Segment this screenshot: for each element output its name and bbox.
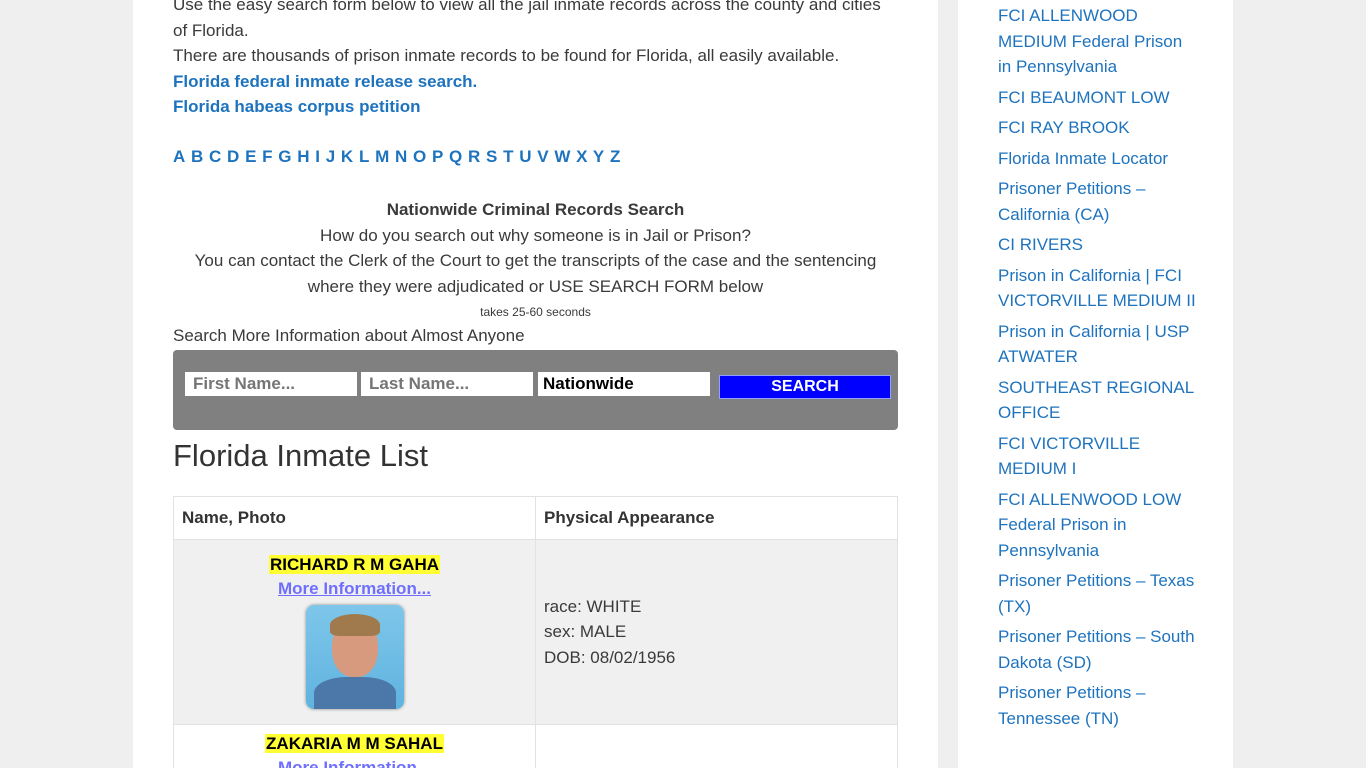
intro-text-2: There are thousands of prison inmate rec… (173, 46, 840, 65)
alphabet-link-e[interactable]: E (245, 147, 256, 166)
alphabet-link-p[interactable]: P (432, 147, 443, 166)
sidebar-item: Prisoner Petitions – Texas (TX) (998, 568, 1198, 619)
intro-section: Use the easy search form below to view a… (173, 0, 898, 120)
sidebar-item: CI RIVERS (998, 232, 1198, 258)
name-photo-cell: RICHARD R M GAHA More Information... (173, 539, 536, 725)
location-input[interactable]: Nationwide (538, 372, 710, 396)
sidebar-link[interactable]: Prisoner Petitions – California (CA) (998, 179, 1145, 224)
alphabet-link-s[interactable]: S (486, 147, 497, 166)
sidebar-link[interactable]: FCI ALLENWOOD MEDIUM Federal Prison in P… (998, 6, 1182, 76)
sidebar-link[interactable]: Prisoner Petitions – South Dakota (SD) (998, 627, 1195, 672)
sidebar-link[interactable]: FCI VICTORVILLE MEDIUM I (998, 434, 1140, 479)
sidebar-item: Prisoner Petitions – California (CA) (998, 176, 1198, 227)
appearance-cell (535, 724, 898, 768)
nationwide-answer: You can contact the Clerk of the Court t… (194, 251, 877, 296)
search-timing: takes 25-60 seconds (480, 305, 591, 319)
alphabet-link-d[interactable]: D (227, 147, 239, 166)
search-form: First Name... Last Name... Nationwide SE… (173, 350, 898, 430)
intro-text: Use the easy search form below to view a… (173, 0, 881, 40)
habeas-corpus-link[interactable]: Florida habeas corpus petition (173, 94, 898, 120)
inmate-table: Name, Photo Physical Appearance RICHARD … (173, 496, 898, 768)
search-heading: Search More Information about Almost Any… (173, 326, 525, 345)
column-header-appearance: Physical Appearance (535, 496, 898, 540)
sidebar-link[interactable]: SOUTHEAST REGIONAL OFFICE (998, 378, 1194, 423)
dob-text: DOB: 08/02/1956 (544, 647, 676, 667)
alphabet-link-g[interactable]: G (278, 147, 291, 166)
nationwide-question: How do you search out why someone is in … (320, 225, 751, 245)
sidebar-item: FCI VICTORVILLE MEDIUM I (998, 431, 1198, 482)
sidebar-link[interactable]: FCI ALLENWOOD LOW Federal Prison in Penn… (998, 490, 1181, 560)
sidebar-item: FCI ALLENWOOD LOW Federal Prison in Penn… (998, 487, 1198, 564)
column-header-name: Name, Photo (173, 496, 536, 540)
sidebar-link[interactable]: Prisoner Petitions – Tennessee (TN) (998, 683, 1145, 728)
alphabet-link-n[interactable]: N (395, 147, 407, 166)
sidebar: FCI ALLENWOOD MEDIUM Federal Prison in P… (958, 0, 1233, 768)
alphabet-link-q[interactable]: Q (449, 147, 462, 166)
appearance-cell: race: WHITE sex: MALE DOB: 08/02/1956 (535, 539, 898, 725)
alphabet-link-j[interactable]: J (326, 147, 335, 166)
sidebar-item: Prison in California | USP ATWATER (998, 319, 1198, 370)
nationwide-section: Nationwide Criminal Records Search How d… (173, 197, 898, 325)
sidebar-item: Prison in California | FCI VICTORVILLE M… (998, 263, 1198, 314)
sidebar-item: FCI ALLENWOOD MEDIUM Federal Prison in P… (998, 3, 1198, 80)
alphabet-link-o[interactable]: O (413, 147, 426, 166)
inmate-name: ZAKARIA M M SAHAL (265, 734, 444, 753)
alphabet-index: A B C D E F G H I J K L M N O P Q R S T … (173, 147, 621, 167)
name-photo-cell: ZAKARIA M M SAHAL More Information... (173, 724, 536, 768)
sidebar-item: FCI BEAUMONT LOW (998, 85, 1198, 111)
more-information-link[interactable]: More Information... (174, 579, 535, 599)
alphabet-link-b[interactable]: B (191, 147, 203, 166)
sidebar-link[interactable]: FCI BEAUMONT LOW (998, 88, 1170, 107)
sidebar-link[interactable]: FCI RAY BROOK (998, 118, 1130, 137)
sidebar-link[interactable]: Prison in California | FCI VICTORVILLE M… (998, 266, 1196, 311)
sidebar-item: Prisoner Petitions – South Dakota (SD) (998, 624, 1198, 675)
alphabet-link-m[interactable]: M (375, 147, 389, 166)
last-name-input[interactable]: Last Name... (361, 372, 533, 396)
inmate-photo[interactable] (305, 605, 404, 709)
alphabet-link-t[interactable]: T (503, 147, 513, 166)
alphabet-link-y[interactable]: Y (593, 147, 604, 166)
alphabet-link-w[interactable]: W (554, 147, 570, 166)
sidebar-link[interactable]: Florida Inmate Locator (998, 149, 1168, 168)
alphabet-link-h[interactable]: H (297, 147, 309, 166)
sidebar-item: SOUTHEAST REGIONAL OFFICE (998, 375, 1198, 426)
sidebar-links: FCI ALLENWOOD MEDIUM Federal Prison in P… (998, 3, 1198, 736)
more-information-link[interactable]: More Information... (174, 758, 535, 768)
alphabet-link-a[interactable]: A (173, 147, 185, 166)
sidebar-item: Prisoner Petitions – Tennessee (TN) (998, 680, 1198, 731)
table-row: ZAKARIA M M SAHAL More Information... (173, 724, 898, 768)
table-header-row: Name, Photo Physical Appearance (173, 496, 898, 540)
table-row: RICHARD R M GAHA More Information... rac… (173, 539, 898, 725)
sidebar-link[interactable]: Prisoner Petitions – Texas (TX) (998, 571, 1194, 616)
sidebar-link[interactable]: CI RIVERS (998, 235, 1083, 254)
race-text: race: WHITE (544, 596, 642, 616)
nationwide-title: Nationwide Criminal Records Search (386, 200, 685, 219)
alphabet-link-l[interactable]: L (359, 147, 369, 166)
sex-text: sex: MALE (544, 622, 627, 642)
main-content: Use the easy search form below to view a… (133, 0, 938, 768)
alphabet-link-r[interactable]: R (468, 147, 480, 166)
alphabet-link-z[interactable]: Z (610, 147, 620, 166)
sidebar-item: Florida Inmate Locator (998, 146, 1198, 172)
alphabet-link-x[interactable]: X (576, 147, 587, 166)
federal-release-search-link[interactable]: Florida federal inmate release search. (173, 69, 898, 95)
alphabet-link-i[interactable]: I (315, 147, 320, 166)
sidebar-link[interactable]: Prison in California | USP ATWATER (998, 322, 1189, 367)
inmate-name: RICHARD R M GAHA (268, 555, 441, 574)
alphabet-link-v[interactable]: V (537, 147, 548, 166)
page-title: Florida Inmate List (173, 438, 428, 473)
alphabet-link-c[interactable]: C (209, 147, 221, 166)
alphabet-link-f[interactable]: F (262, 147, 272, 166)
first-name-input[interactable]: First Name... (185, 372, 357, 396)
alphabet-link-u[interactable]: U (519, 147, 531, 166)
sidebar-item: FCI RAY BROOK (998, 115, 1198, 141)
alphabet-link-k[interactable]: K (341, 147, 353, 166)
search-button[interactable]: SEARCH (719, 375, 891, 399)
